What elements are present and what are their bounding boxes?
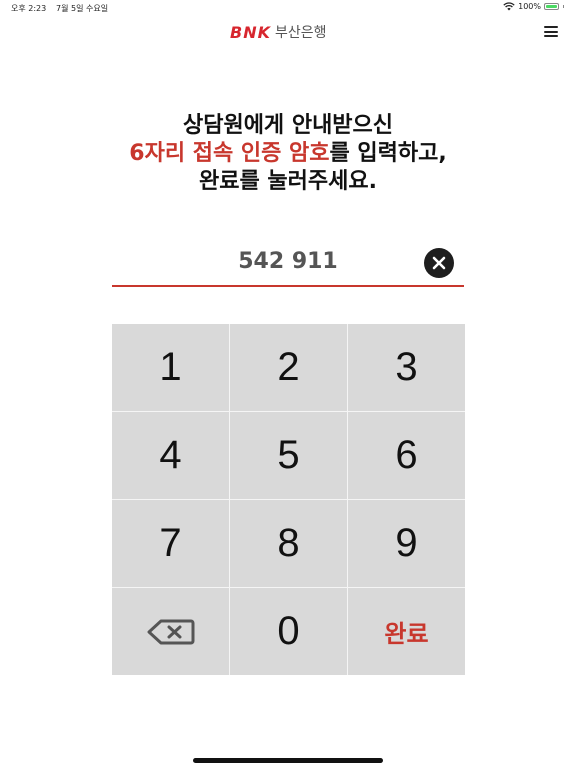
status-bar: 오후 2:23 7월 5일 수요일 100%	[0, 0, 576, 16]
instruction-line-3: 완료를 눌러주세요.	[199, 169, 377, 194]
access-code-field[interactable]: 542 911	[112, 241, 464, 287]
status-right: 100%	[503, 2, 564, 11]
key-2[interactable]: 2	[230, 324, 347, 411]
key-4[interactable]: 4	[112, 412, 229, 499]
key-9[interactable]: 9	[348, 500, 465, 587]
key-8[interactable]: 8	[230, 500, 347, 587]
header: BNK 부산은행	[0, 18, 576, 46]
access-code-value: 542 911	[238, 249, 338, 274]
key-1[interactable]: 1	[112, 324, 229, 411]
status-date: 7월 5일 수요일	[56, 4, 109, 13]
wifi-icon	[503, 2, 515, 11]
battery-tip	[563, 5, 564, 8]
hamburger-menu-icon[interactable]	[544, 26, 558, 37]
instruction-line-2-rest: 를 입력하고,	[329, 141, 447, 166]
bnk-logo: BNK 부산은행	[230, 22, 327, 42]
done-button[interactable]: 완료	[348, 588, 465, 675]
instruction-line-1: 상담원에게 안내받으신	[182, 113, 394, 138]
instruction-text: 상담원에게 안내받으신 6자리 접속 인증 암호를 입력하고, 완료를 눌러주세…	[0, 112, 576, 196]
backspace-icon	[147, 619, 194, 644]
instruction-highlight: 6자리 접속 인증 암호	[129, 141, 330, 166]
battery-icon	[544, 3, 559, 10]
clear-input-icon[interactable]	[424, 248, 454, 278]
logo-bnk-text: BNK	[230, 22, 271, 42]
app-screen: 오후 2:23 7월 5일 수요일 100% BNK 부산은행 상담원에게 안내…	[0, 0, 576, 768]
home-indicator[interactable]	[193, 758, 383, 763]
backspace-key[interactable]	[112, 588, 229, 675]
instruction-line-2: 6자리 접속 인증 암호를 입력하고,	[0, 140, 576, 168]
key-3[interactable]: 3	[348, 324, 465, 411]
key-6[interactable]: 6	[348, 412, 465, 499]
key-7[interactable]: 7	[112, 500, 229, 587]
status-time: 오후 2:23	[11, 4, 47, 13]
key-5[interactable]: 5	[230, 412, 347, 499]
key-0[interactable]: 0	[230, 588, 347, 675]
battery-percent: 100%	[518, 2, 541, 11]
logo-bank-name: 부산은행	[274, 25, 327, 41]
number-keypad: 1 2 3 4 5 6 7 8 9 0 완료	[112, 324, 465, 675]
